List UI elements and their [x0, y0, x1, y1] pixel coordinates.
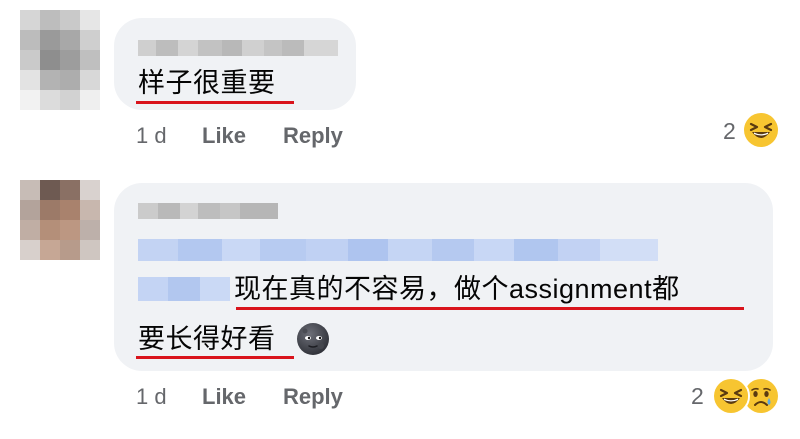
mention-redacted[interactable] [138, 239, 658, 261]
highlight-underline-2 [136, 356, 294, 359]
like-button[interactable]: Like [202, 383, 246, 411]
reaction-count[interactable]: 2 [691, 382, 704, 410]
author-name-redacted[interactable] [138, 203, 278, 219]
like-button[interactable]: Like [202, 122, 246, 150]
reply-button[interactable]: Reply [283, 383, 343, 411]
comment-text-line-2: 要长得好看 [138, 324, 276, 354]
highlight-underline [136, 101, 294, 104]
laughing-face-icon[interactable] [742, 111, 780, 149]
comment-text: 样子很重要 [138, 68, 276, 98]
new-moon-face-icon [296, 322, 330, 356]
timestamp[interactable]: 1 d [136, 383, 167, 411]
highlight-underline-1 [236, 307, 744, 310]
comment-text-line-1: 现在真的不容易，做个assignment都 [234, 274, 680, 304]
timestamp[interactable]: 1 d [136, 122, 167, 150]
reaction-count[interactable]: 2 [723, 117, 736, 145]
avatar[interactable] [20, 10, 100, 110]
laughing-face-icon[interactable] [712, 377, 750, 415]
avatar[interactable] [20, 180, 100, 260]
author-name-redacted[interactable] [138, 40, 338, 56]
mention-redacted-2[interactable] [138, 277, 230, 301]
reply-button[interactable]: Reply [283, 122, 343, 150]
